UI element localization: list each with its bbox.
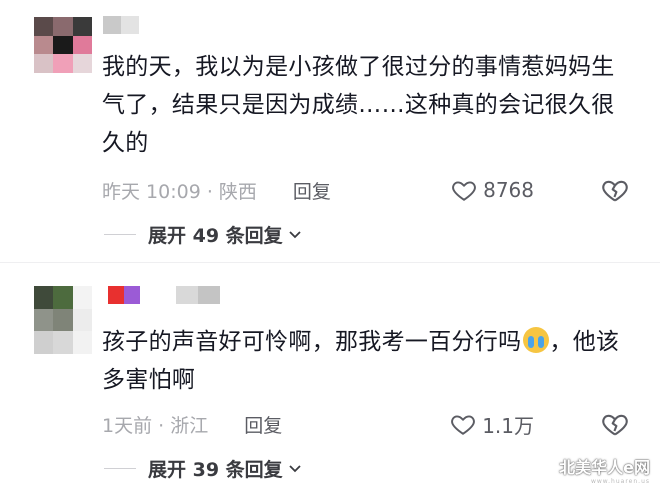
like-button[interactable]: 1.1万 <box>450 410 534 439</box>
username-mosaic-tile <box>121 16 139 34</box>
expand-replies-button[interactable]: 展开 49 条回复 <box>104 219 303 249</box>
avatar-mosaic-tile <box>34 54 54 73</box>
avatar-mosaic-tile <box>72 308 92 332</box>
like-count: 1.1万 <box>482 413 534 438</box>
expand-replies-button[interactable]: 展开 39 条回复 <box>104 453 303 483</box>
heart-icon <box>452 181 476 201</box>
avatar-mosaic-tile <box>34 331 54 354</box>
avatar-mosaic-tile <box>53 286 73 309</box>
like-button[interactable]: 8768 <box>451 177 534 203</box>
avatar-mosaic-tile <box>34 286 54 309</box>
avatar-mosaic-tile <box>34 308 54 332</box>
avatar-mosaic-tile <box>72 17 92 36</box>
comment-text: 我的天，我以为是小孩做了很过分的事情惹妈妈生气了，结果只是因为成绩……这种真的会… <box>102 54 615 156</box>
username-mosaic-tile <box>198 286 220 304</box>
username-mosaic-tile <box>108 286 124 304</box>
comment-text-part: 孩子的声音好可怜啊，那我考一百分行吗 <box>102 329 522 355</box>
avatar-mosaic-tile <box>34 35 54 55</box>
heart-icon <box>451 415 476 435</box>
expand-replies-label: 展开 49 条回复 <box>148 224 283 247</box>
chevron-down-icon <box>289 465 301 473</box>
watermark-logo-text: 北美华人e网 <box>559 458 650 477</box>
expand-divider-line <box>104 233 136 235</box>
chevron-down-icon <box>289 231 301 239</box>
avatar[interactable] <box>34 17 92 73</box>
expand-replies-label: 展开 39 条回复 <box>148 458 283 481</box>
avatar-mosaic-tile <box>53 308 73 332</box>
comment-time: 昨天 10:09 · 陕西 <box>102 180 257 203</box>
watermark-url: www.huaren.us <box>590 478 650 485</box>
username[interactable] <box>103 16 139 34</box>
avatar-mosaic-tile <box>53 331 73 354</box>
avatar-mosaic-tile <box>34 17 54 36</box>
reply-button[interactable]: 回复 <box>244 411 282 438</box>
avatar-mosaic-tile <box>72 286 92 309</box>
broken-heart-icon[interactable] <box>600 410 630 438</box>
avatar-mosaic-tile <box>53 35 73 55</box>
comment-meta: 1天前 · 浙江 回复 1.1万 <box>102 409 630 439</box>
username-mosaic-tile <box>103 16 121 34</box>
comment-time: 1天前 · 浙江 <box>102 414 209 437</box>
avatar-mosaic-tile <box>72 331 92 354</box>
username-mosaic-tile <box>176 286 198 304</box>
avatar-mosaic-tile <box>53 54 73 73</box>
comment-meta: 昨天 10:09 · 陕西 回复 8768 <box>102 175 630 205</box>
username-mosaic-tile <box>124 286 140 304</box>
avatar-mosaic-tile <box>72 35 92 55</box>
avatar-mosaic-tile <box>53 17 73 36</box>
expand-divider-line <box>104 467 136 469</box>
comment-text: 孩子的声音好可怜啊，那我考一百分行吗 ，他该多害怕啊 <box>102 323 622 399</box>
comment-item: 我的天，我以为是小孩做了很过分的事情惹妈妈生气了，结果只是因为成绩……这种真的会… <box>0 0 660 262</box>
site-watermark: 北美华人e网 www.huaren.us <box>559 454 650 485</box>
reply-button[interactable]: 回复 <box>293 177 331 204</box>
broken-heart-icon[interactable] <box>600 176 630 204</box>
username[interactable] <box>108 286 220 304</box>
comment-divider <box>0 262 660 263</box>
like-count: 8768 <box>483 178 534 202</box>
avatar[interactable] <box>34 286 92 354</box>
loudly-crying-face-icon <box>523 327 550 353</box>
avatar-mosaic-tile <box>72 54 92 73</box>
